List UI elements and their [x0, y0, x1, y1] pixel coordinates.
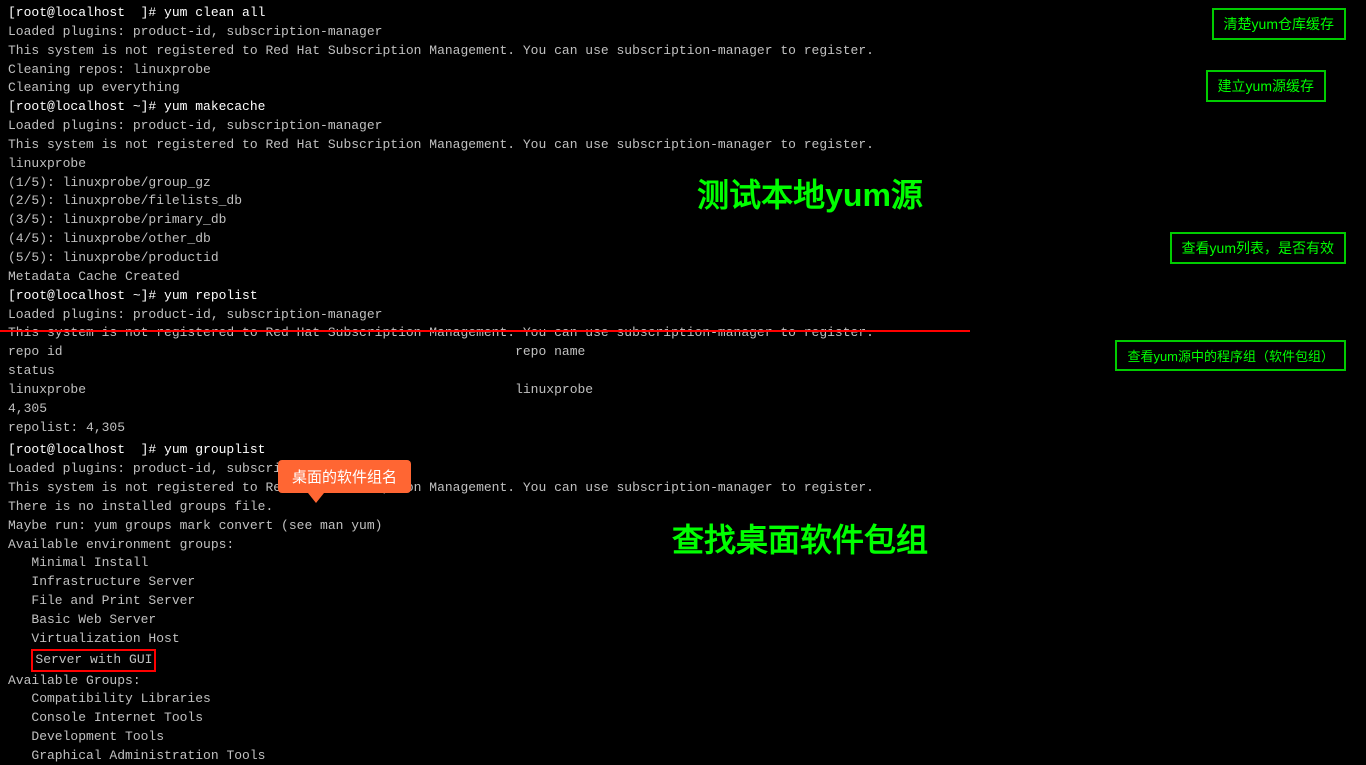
callout-desktop-group: 桌面的软件组名	[278, 460, 411, 493]
annotation-box-1: 清楚yum仓库缓存	[1212, 8, 1346, 40]
annotation-box-3: 查看yum列表，是否有效	[1170, 232, 1346, 264]
annotations-panel: 清楚yum仓库缓存 建立yum源缓存 测试本地yum源 查看yum列表，是否有效…	[970, 0, 1366, 765]
divider	[0, 330, 970, 332]
annotation-box-2: 建立yum源缓存	[1206, 70, 1326, 102]
terminal-area: [root@localhost ]# yum clean all Loaded …	[0, 0, 970, 765]
annotation-box-4: 查看yum源中的程序组（软件包组）	[1115, 340, 1346, 371]
terminal-output-2: [root@localhost ]# yum grouplist Loaded …	[8, 441, 962, 765]
annotation-label-find: 查找桌面软件包组	[600, 515, 1000, 561]
terminal-output: [root@localhost ]# yum clean all Loaded …	[8, 4, 962, 437]
annotation-label-yum: 测试本地yum源	[610, 170, 1010, 216]
